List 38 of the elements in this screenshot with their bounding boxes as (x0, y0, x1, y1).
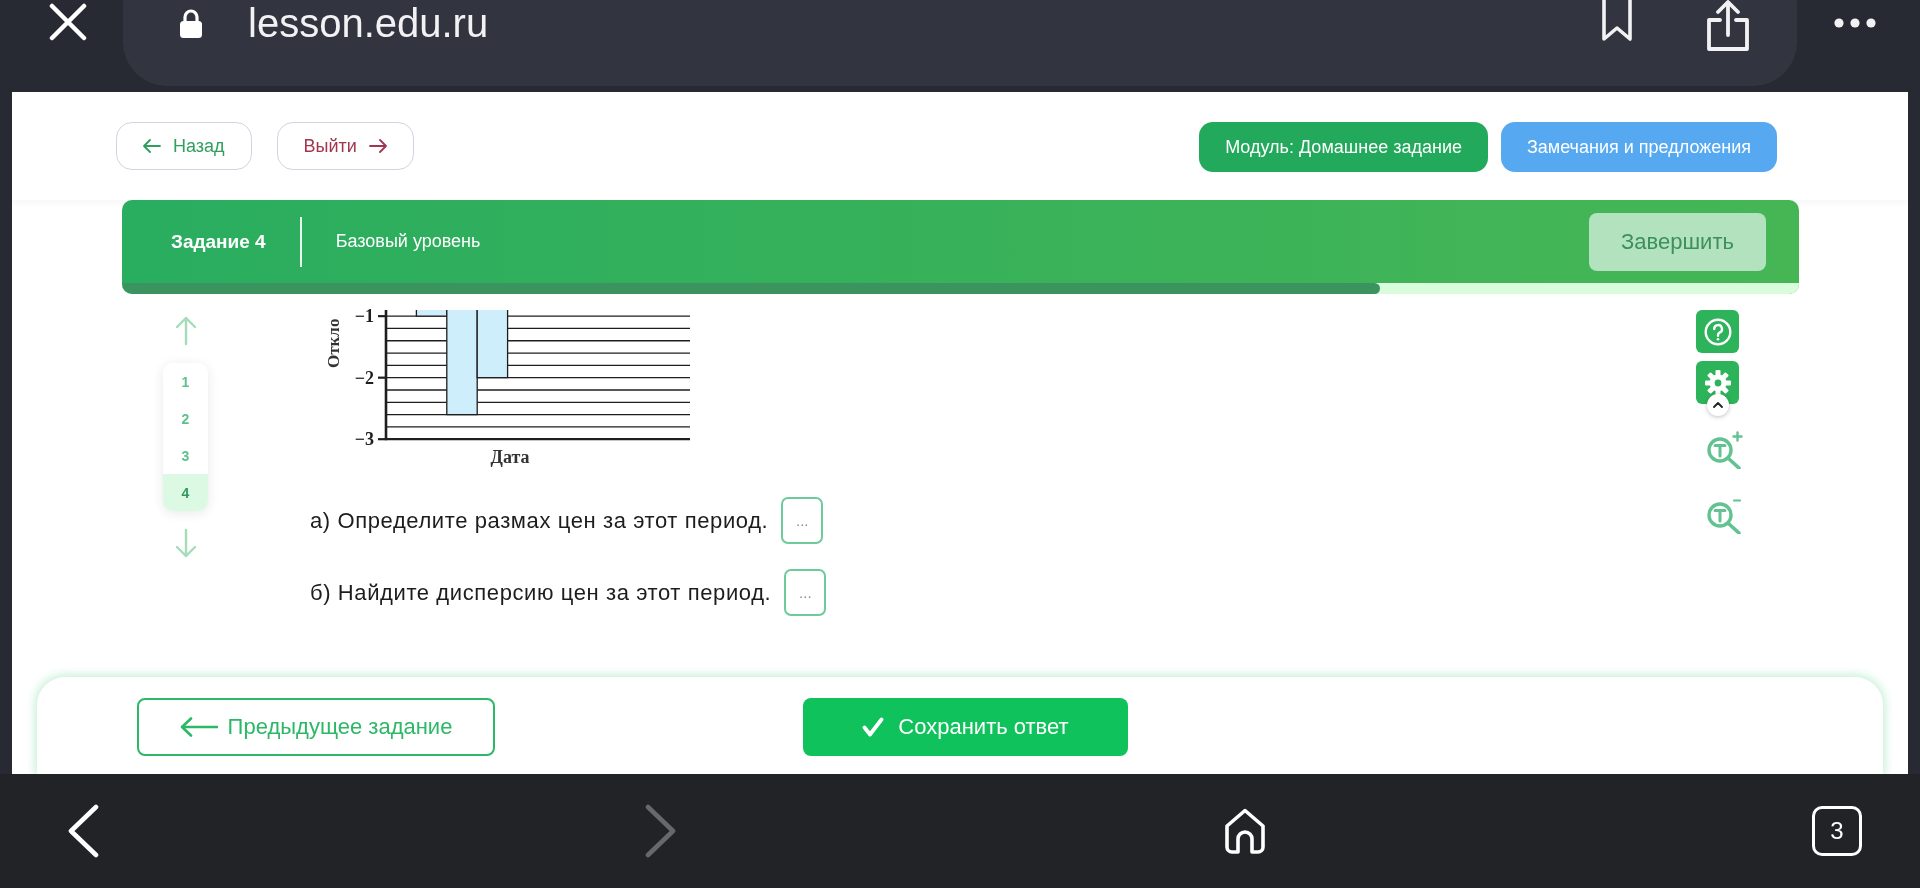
share-icon[interactable] (1705, 0, 1751, 52)
chevron-left-icon[interactable] (67, 804, 99, 858)
task-number-tab[interactable]: 4 (163, 474, 208, 511)
feedback-button[interactable]: Замечания и предложения (1500, 122, 1777, 172)
task-number-tab[interactable]: 1 (163, 363, 208, 400)
question-circle-icon (1703, 317, 1732, 346)
task-number-tab[interactable]: 3 (163, 437, 208, 474)
answer-box[interactable]: ... (781, 497, 824, 544)
answer-box[interactable]: ... (784, 569, 827, 616)
task-number-tab[interactable]: 2 (163, 400, 208, 437)
task-title: Задание 4 (171, 230, 266, 253)
y-axis-title: Откло (324, 318, 343, 368)
x-axis-title: Дата (490, 447, 530, 467)
back-button[interactable]: Назад (116, 122, 252, 170)
gear-icon (1704, 369, 1731, 396)
y-tick-label: −3 (354, 429, 374, 450)
exit-button[interactable]: Выйти (276, 122, 414, 170)
y-tick-label: −1 (354, 306, 374, 327)
difficulty-label: Базовый уровень (335, 231, 481, 252)
arrow-left-icon (143, 139, 161, 153)
arrow-left-icon (179, 717, 218, 737)
bookmark-icon[interactable] (1601, 0, 1633, 42)
help-button[interactable] (1696, 310, 1739, 353)
ellipsis-icon[interactable] (1834, 18, 1876, 28)
tabs-button[interactable]: 3 (1812, 806, 1862, 856)
address-bar[interactable]: lesson.edu.ru (123, 0, 1797, 86)
house-icon[interactable] (1223, 808, 1266, 854)
y-tick-label: −2 (354, 367, 374, 388)
question-text: а) Определите размах цен за этот период. (310, 507, 769, 534)
previous-task-button[interactable]: Предыдущее задание (137, 698, 495, 756)
module-button[interactable]: Модуль: Домашнее задание (1199, 122, 1488, 172)
arrow-right-icon (368, 139, 387, 153)
close-icon[interactable] (49, 3, 87, 41)
check-icon (862, 717, 885, 737)
question-text: б) Найдите дисперсию цен за этот период. (310, 579, 772, 606)
lock-icon (179, 8, 203, 38)
save-answer-button[interactable]: Сохранить ответ (803, 698, 1128, 756)
url-text: lesson.edu.ru (248, 0, 489, 46)
